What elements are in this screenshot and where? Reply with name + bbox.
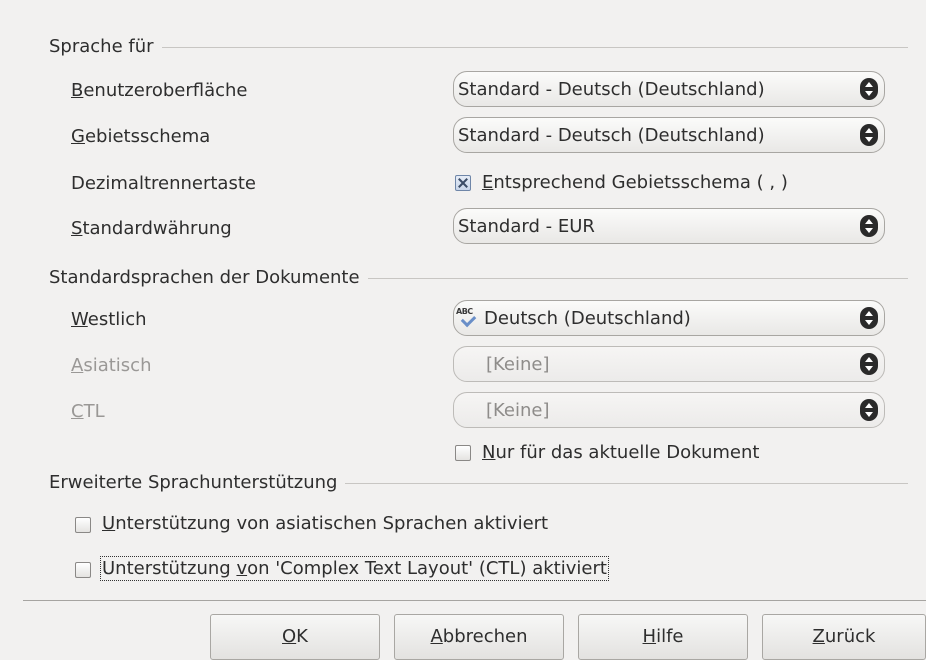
decimal-key-checkbox-label[interactable]: Entsprechend Gebietsschema ( , ) [482,172,788,193]
button-bar-divider [23,600,926,601]
section-title-default-languages: Standardsprachen der Dokumente [49,267,368,288]
label-asian: Asiatisch [71,355,152,376]
dropdown-value: [Keine] [486,399,550,421]
label-default-currency: Standardwährung [71,218,232,239]
dropdown-value: Standard - Deutsch (Deutschland) [458,78,765,100]
ok-button[interactable]: OK [210,614,380,660]
dropdown-value: Standard - Deutsch (Deutschland) [458,124,765,146]
ctl-language-dropdown[interactable]: [Keine] [453,392,885,428]
label-ui-language: Benutzeroberfläche [71,80,248,101]
cancel-button[interactable]: Abbrechen [394,614,564,660]
spinner-arrows-icon [860,78,878,100]
label-decimal-key: Dezimaltrennertaste [71,173,256,194]
dropdown-value: Deutsch (Deutschland) [484,307,691,329]
section-title-enhanced-support: Erweiterte Sprachunterstützung [49,472,346,493]
help-button[interactable]: Hilfe [578,614,748,660]
spinner-arrows-icon [860,215,878,237]
decimal-key-checkbox[interactable] [455,175,471,191]
label-locale: Gebietsschema [71,126,211,147]
ui-language-dropdown[interactable]: Standard - Deutsch (Deutschland) [453,71,885,107]
currency-dropdown[interactable]: Standard - EUR [453,208,885,244]
section-divider [49,47,908,48]
current-document-only-label[interactable]: Nur für das aktuelle Dokument [482,442,759,463]
spinner-arrows-icon [860,307,878,329]
asian-language-dropdown[interactable]: [Keine] [453,346,885,382]
spinner-arrows-icon [860,353,878,375]
section-title-language-for: Sprache für [49,36,162,57]
spellcheck-icon: ABC [456,308,478,328]
asian-support-checkbox[interactable] [75,517,91,533]
label-ctl: CTL [71,401,105,422]
spinner-arrows-icon [860,399,878,421]
ctl-support-checkbox[interactable] [75,562,91,578]
locale-dropdown[interactable]: Standard - Deutsch (Deutschland) [453,117,885,153]
ctl-support-label[interactable]: Unterstützung von 'Complex Text Layout' … [100,556,609,581]
label-western: Westlich [71,309,147,330]
back-button[interactable]: Zurück [762,614,926,660]
asian-support-label[interactable]: Unterstützung von asiatischen Sprachen a… [102,513,548,534]
dropdown-value: Standard - EUR [458,215,595,237]
western-language-dropdown[interactable]: ABC Deutsch (Deutschland) [453,300,885,336]
spinner-arrows-icon [860,124,878,146]
dropdown-value: [Keine] [486,353,550,375]
current-document-only-checkbox[interactable] [455,445,471,461]
